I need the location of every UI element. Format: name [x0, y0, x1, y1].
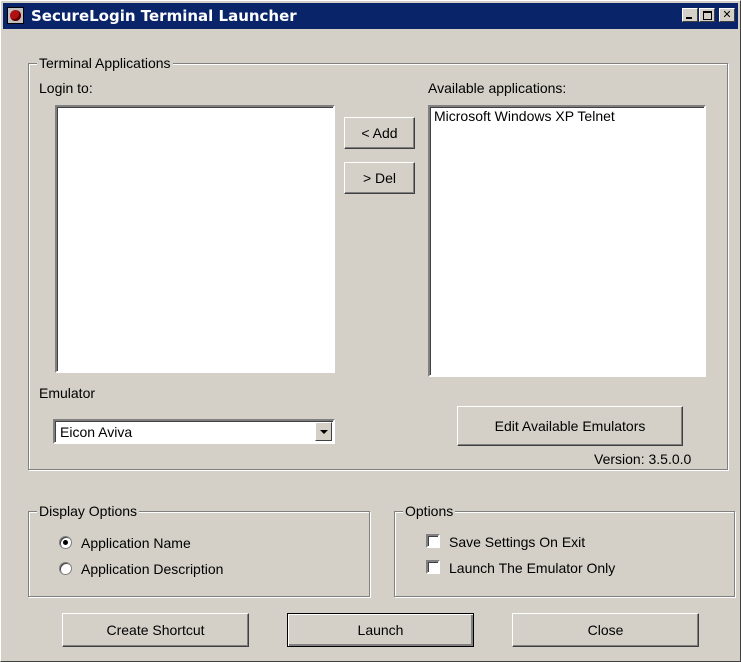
login-to-label: Login to:: [39, 80, 93, 96]
list-item[interactable]: Microsoft Windows XP Telnet: [430, 107, 704, 125]
launch-emulator-only-checkbox[interactable]: [426, 560, 440, 574]
options-legend: Options: [403, 503, 456, 519]
launch-button[interactable]: Launch: [287, 613, 474, 647]
edit-available-emulators-button[interactable]: Edit Available Emulators: [457, 406, 683, 446]
window-title: SecureLogin Terminal Launcher: [31, 7, 297, 25]
terminal-applications-legend: Terminal Applications: [37, 55, 173, 71]
minimize-button[interactable]: [682, 8, 698, 22]
application-name-radio[interactable]: [59, 536, 72, 549]
launcher-window: SecureLogin Terminal Launcher ✕ Terminal…: [0, 0, 741, 662]
emulator-value: Eicon Aviva: [60, 424, 133, 440]
emulator-label: Emulator: [39, 385, 96, 401]
create-shortcut-label: Create Shortcut: [106, 622, 205, 638]
maximize-button[interactable]: [699, 8, 715, 22]
add-button[interactable]: < Add: [344, 117, 415, 149]
available-applications-label: Available applications:: [428, 80, 567, 96]
version-label: Version: 3.5.0.0: [594, 451, 692, 467]
del-button-label: > Del: [362, 170, 397, 186]
emulator-dropdown[interactable]: Eicon Aviva: [53, 419, 335, 444]
chevron-down-icon[interactable]: [315, 422, 332, 441]
close-label: Close: [587, 622, 624, 638]
save-settings-label[interactable]: Save Settings On Exit: [449, 534, 585, 550]
launch-label: Launch: [357, 622, 404, 638]
title-bar[interactable]: SecureLogin Terminal Launcher ✕: [3, 3, 738, 29]
application-description-radio[interactable]: [59, 562, 72, 575]
close-button[interactable]: Close: [512, 613, 699, 647]
available-applications-listbox[interactable]: Microsoft Windows XP Telnet: [428, 105, 706, 377]
edit-available-emulators-label: Edit Available Emulators: [494, 418, 646, 434]
launch-emulator-only-label[interactable]: Launch The Emulator Only: [449, 560, 615, 576]
close-window-button[interactable]: ✕: [719, 8, 735, 22]
save-settings-checkbox[interactable]: [426, 534, 440, 548]
display-options-group: Display Options: [28, 503, 370, 597]
create-shortcut-button[interactable]: Create Shortcut: [62, 613, 249, 647]
add-button-label: < Add: [361, 125, 398, 141]
display-options-legend: Display Options: [37, 503, 140, 519]
application-name-label[interactable]: Application Name: [81, 535, 191, 551]
securelogin-app-icon[interactable]: [7, 7, 24, 24]
options-group: Options: [394, 503, 735, 597]
application-description-label[interactable]: Application Description: [81, 561, 223, 577]
login-to-listbox[interactable]: [55, 105, 335, 373]
del-button[interactable]: > Del: [344, 162, 415, 194]
